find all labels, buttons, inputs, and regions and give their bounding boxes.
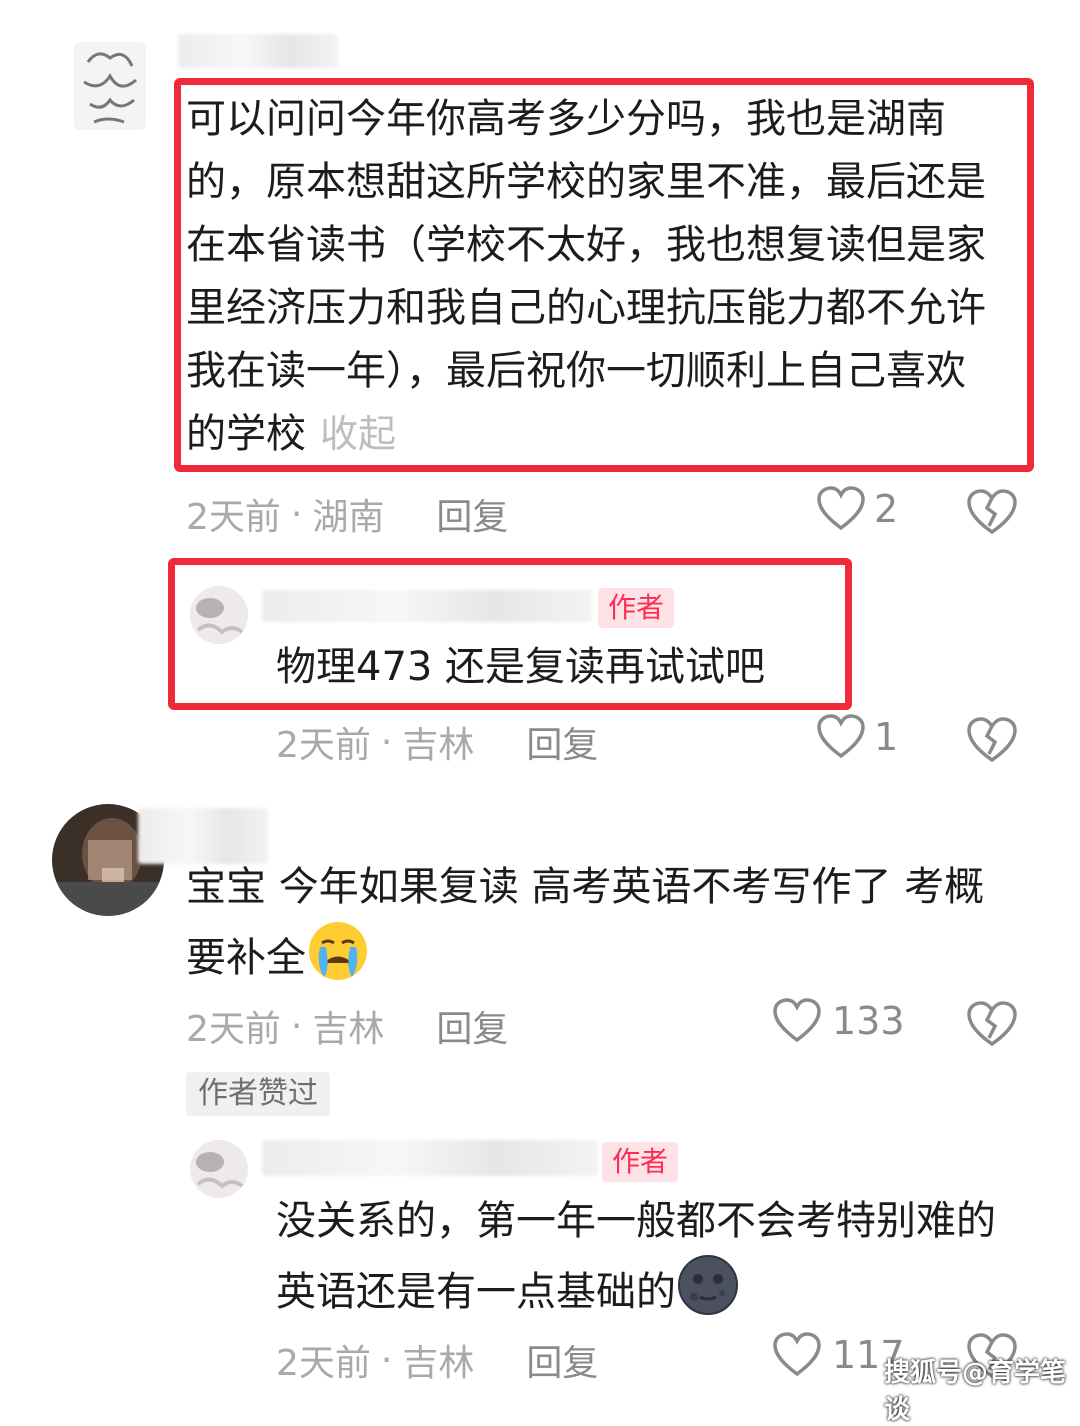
heart-icon bbox=[773, 998, 821, 1043]
reply-button[interactable]: 回复 bbox=[436, 488, 508, 540]
timestamp: 2天前 bbox=[186, 497, 281, 538]
author-liked-badge: 作者赞过 bbox=[186, 1072, 330, 1116]
comment-meta: 2天前 · 吉林 回复 bbox=[186, 1000, 508, 1052]
location: 吉林 bbox=[312, 1009, 385, 1050]
heart-icon bbox=[773, 1332, 821, 1377]
avatar[interactable] bbox=[190, 586, 248, 644]
timestamp: 2天前 bbox=[186, 1009, 281, 1050]
dislike-button[interactable] bbox=[966, 1000, 1018, 1052]
username-blurred[interactable] bbox=[262, 1140, 598, 1176]
crying-emoji-icon bbox=[309, 922, 367, 980]
broken-heart-icon bbox=[967, 489, 1017, 535]
heart-icon bbox=[817, 486, 865, 531]
comment-meta: 2天前 · 湖南 回复 bbox=[186, 488, 508, 540]
reply-button[interactable]: 回复 bbox=[436, 1000, 508, 1052]
broken-heart-icon bbox=[967, 1001, 1017, 1047]
reply-body: 没关系的，第一年一般都不会考特别难的 英语还是有一点基础的 bbox=[276, 1198, 996, 1315]
reply-meta: 2天前 · 吉林 回复 bbox=[276, 716, 598, 768]
author-tag: 作者 bbox=[602, 1142, 679, 1182]
username-blurred[interactable] bbox=[178, 34, 338, 68]
location: 吉林 bbox=[402, 725, 475, 766]
author-tag: 作者 bbox=[598, 588, 675, 628]
comment-text: 可以问问今年你高考多少分吗，我也是湖南的，原本想甜这所学校的家里不准，最后还是在… bbox=[186, 88, 1001, 466]
dislike-button[interactable] bbox=[966, 716, 1018, 768]
reply-meta: 2天前 · 吉林 回复 bbox=[276, 1334, 598, 1386]
like-button[interactable]: 133 bbox=[772, 998, 905, 1044]
location: 吉林 bbox=[402, 1343, 475, 1384]
reply-button[interactable]: 回复 bbox=[526, 1334, 598, 1386]
reply-text: 物理473 还是复读再试试吧 bbox=[276, 644, 766, 690]
comment-text: 宝宝 今年如果复读 高考英语不考写作了 考概要补全 bbox=[186, 856, 986, 990]
reply-text: 没关系的，第一年一般都不会考特别难的 英语还是有一点基础的 bbox=[276, 1190, 1016, 1324]
username-blurred[interactable] bbox=[262, 590, 592, 622]
collapse-link[interactable]: 收起 bbox=[320, 412, 396, 456]
reply-button[interactable]: 回复 bbox=[526, 716, 598, 768]
watermark: 搜狐号@育学笔谈 bbox=[884, 1358, 1067, 1425]
like-count: 1 bbox=[874, 715, 899, 759]
like-count: 2 bbox=[874, 487, 899, 531]
location: 湖南 bbox=[312, 497, 385, 538]
comment-body: 可以问问今年你高考多少分吗，我也是湖南的，原本想甜这所学校的家里不准，最后还是在… bbox=[186, 96, 986, 457]
dislike-button[interactable] bbox=[966, 488, 1018, 540]
dark-moon-emoji-icon bbox=[678, 1255, 738, 1315]
heart-icon bbox=[817, 714, 865, 759]
avatar[interactable] bbox=[190, 1140, 248, 1198]
like-count: 133 bbox=[832, 999, 905, 1043]
timestamp: 2天前 bbox=[276, 725, 371, 766]
broken-heart-icon bbox=[967, 717, 1017, 763]
like-button[interactable]: 2 bbox=[816, 486, 898, 532]
avatar[interactable] bbox=[74, 42, 146, 130]
timestamp: 2天前 bbox=[276, 1343, 371, 1384]
like-button[interactable]: 1 bbox=[816, 714, 898, 760]
